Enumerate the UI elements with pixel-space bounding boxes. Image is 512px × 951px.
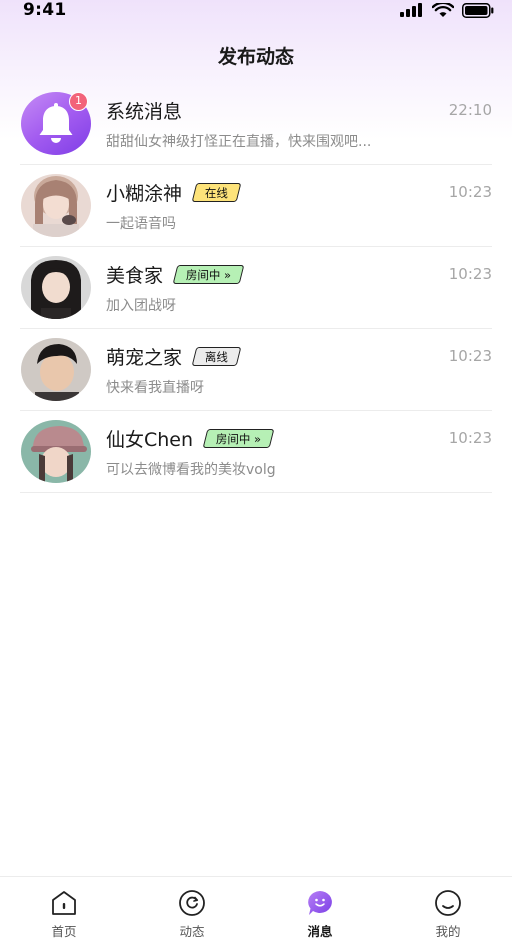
contact-name: 萌宠之家 (106, 347, 183, 369)
message-preview: 一起语音吗 (106, 216, 176, 232)
contact-name: 美食家 (106, 265, 164, 287)
user-avatar-icon (21, 256, 91, 319)
tab-label: 首页 (51, 924, 77, 939)
avatar (21, 256, 91, 319)
status-badge-offline: 离线 (191, 347, 242, 366)
status-badge-in-room: 房间中 » (172, 265, 245, 284)
message-time: 10:23 (448, 183, 492, 201)
status-badge-online: 在线 (191, 183, 242, 202)
status-bar: 9:41 (0, 0, 512, 20)
bottom-tab-bar: 首页 动态 消息 我的 (0, 876, 512, 951)
list-item[interactable]: 美食家 房间中 » 加入团战呀 10:23 (0, 247, 512, 329)
message-time: 10:23 (448, 429, 492, 447)
tab-home[interactable]: 首页 (0, 877, 128, 951)
avatar (21, 420, 91, 483)
divider (20, 492, 492, 493)
tab-feed[interactable]: 动态 (128, 877, 256, 951)
avatar (21, 174, 91, 237)
status-badge-in-room: 房间中 » (202, 429, 275, 448)
wifi-icon (432, 2, 454, 17)
signal-icon (400, 3, 422, 17)
list-item-system-message[interactable]: 1 系统消息 甜甜仙女神级打怪正在直播，快来围观吧... 22:10 (0, 83, 512, 165)
message-preview: 快来看我直播呀 (106, 380, 204, 396)
message-preview: 可以去微博看我的美妆volg (106, 462, 276, 478)
contact-name: 系统消息 (106, 101, 183, 123)
battery-icon (462, 2, 494, 18)
user-avatar-icon (21, 420, 91, 483)
page-title: 发布动态 (217, 46, 294, 68)
tab-label: 消息 (307, 924, 333, 939)
list-item[interactable]: 小糊涂神 在线 一起语音吗 10:23 (0, 165, 512, 247)
message-preview: 甜甜仙女神级打怪正在直播，快来围观吧... (106, 134, 372, 150)
message-icon (308, 891, 332, 915)
tab-label: 我的 (435, 924, 461, 939)
list-item[interactable]: 仙女Chen 房间中 » 可以去微博看我的美妆volg 10:23 (0, 411, 512, 493)
user-avatar-icon (21, 338, 91, 401)
contact-name: 小糊涂神 (106, 183, 183, 205)
tab-profile[interactable]: 我的 (384, 877, 512, 951)
unread-count-badge: 1 (69, 92, 88, 111)
contact-name: 仙女Chen (106, 429, 194, 451)
list-item[interactable]: 萌宠之家 离线 快来看我直播呀 10:23 (0, 329, 512, 411)
message-preview: 加入团战呀 (106, 298, 176, 314)
home-icon (52, 891, 76, 915)
status-time: 9:41 (23, 0, 67, 20)
message-list: 1 系统消息 甜甜仙女神级打怪正在直播，快来围观吧... 22:10 小糊涂神 … (0, 83, 512, 493)
tab-messages[interactable]: 消息 (256, 877, 384, 951)
tab-label: 动态 (179, 924, 205, 939)
feed-icon (179, 890, 205, 916)
status-icons (400, 2, 494, 18)
message-time: 10:23 (448, 347, 492, 365)
user-avatar-icon (21, 174, 91, 237)
profile-icon (435, 890, 461, 916)
message-time: 10:23 (448, 265, 492, 283)
message-time: 22:10 (448, 101, 492, 119)
avatar (21, 338, 91, 401)
